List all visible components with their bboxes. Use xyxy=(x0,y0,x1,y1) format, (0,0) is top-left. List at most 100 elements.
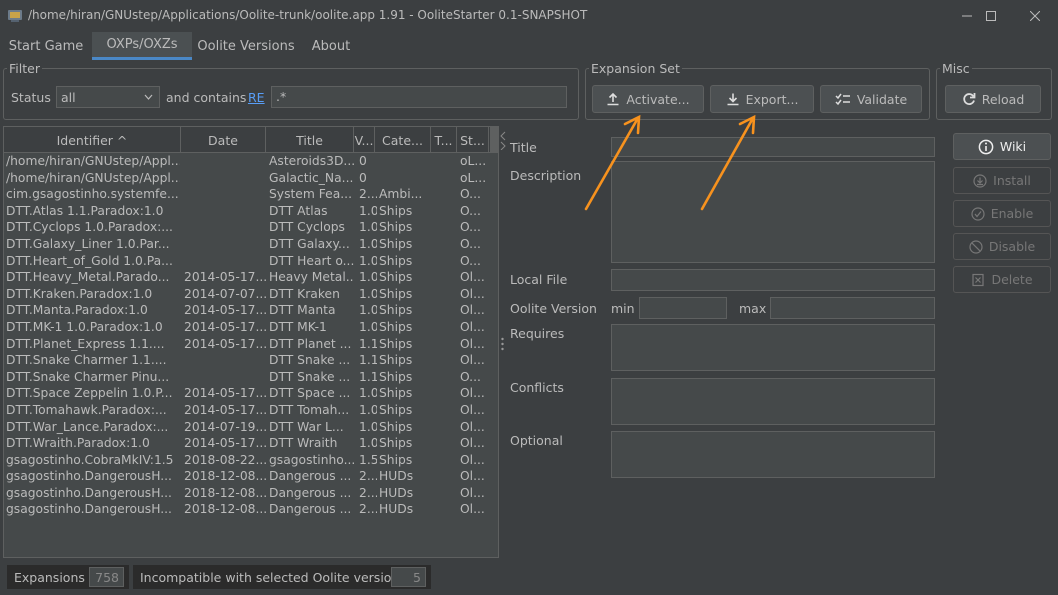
requires-label: Requires xyxy=(510,326,565,341)
cell-category: Ships xyxy=(379,286,413,301)
cell-date: 2014-05-17... xyxy=(184,270,266,285)
delete-button[interactable]: Delete xyxy=(953,266,1051,293)
cell-identifier: DTT.Space Zeppelin 1.0.P... xyxy=(6,386,173,401)
disable-button[interactable]: Disable xyxy=(953,233,1051,260)
tab-start-game[interactable]: Start Game xyxy=(4,32,88,60)
column-header-type[interactable]: T... xyxy=(431,127,457,153)
install-button[interactable]: Install xyxy=(953,167,1051,194)
annotation-arrows xyxy=(584,114,756,211)
upload-icon xyxy=(606,92,620,106)
cell-category: Ships xyxy=(379,319,413,334)
table-row[interactable]: DTT.Manta.Paradox:1.0 2014-05-17... DTT Ma… xyxy=(4,302,498,319)
cell-category: HUDs xyxy=(379,502,414,517)
cell-status: Ol... xyxy=(460,452,485,467)
table-row[interactable]: gsagostinho.DangerousH... 2018-12-08... Da… xyxy=(4,485,498,502)
validate-button[interactable]: Validate xyxy=(820,85,922,113)
cell-title: Asteroids3D... xyxy=(269,154,354,168)
table-row[interactable]: DTT.Atlas 1.1.Paradox:1.0 DTT Atlas 1.0 Shi… xyxy=(4,203,498,220)
enable-label: Enable xyxy=(990,206,1034,221)
column-header-date[interactable]: Date xyxy=(181,127,266,153)
cell-title: DTT MK-1 xyxy=(269,319,327,334)
table-row[interactable]: DTT.War_Lance.Paradox:... 2014-07-19... DT… xyxy=(4,419,498,436)
cell-category: Ships xyxy=(379,203,413,218)
table-row[interactable]: gsagostinho.DangerousH... 2018-12-08... Da… xyxy=(4,501,498,518)
activate-button[interactable]: Activate... xyxy=(592,85,704,113)
cell-title: Galactic_Na... xyxy=(269,170,354,185)
cell-title: System Fea... xyxy=(269,187,352,202)
cell-status: O... xyxy=(460,220,481,235)
install-label: Install xyxy=(993,173,1031,188)
tab-about[interactable]: About xyxy=(302,32,360,60)
table-body: /home/hiran/GNUstep/Appl... Asteroids3D..… xyxy=(4,153,498,518)
cell-date: 2014-05-17... xyxy=(184,402,266,417)
filter-group-label: Filter xyxy=(7,61,42,76)
cell-title: DTT War L... xyxy=(269,419,344,434)
table-row[interactable]: gsagostinho.CobraMkIV:1.5 2018-08-22... gs… xyxy=(4,452,498,469)
cell-title: DTT Atlas xyxy=(269,203,328,218)
requires-field xyxy=(611,324,935,371)
wiki-label: Wiki xyxy=(999,139,1027,154)
maximize-button[interactable] xyxy=(968,0,1014,32)
cell-category: Ships xyxy=(379,270,413,285)
enable-button[interactable]: Enable xyxy=(953,200,1051,227)
cell-version: 1.0 xyxy=(359,270,377,285)
cell-status: Ol... xyxy=(460,469,485,484)
cell-identifier: DTT.Wraith.Paradox:1.0 xyxy=(6,436,150,451)
cell-title: DTT Kraken xyxy=(269,286,340,301)
window-titlebar: /home/hiran/GNUstep/Applications/Oolite-… xyxy=(0,0,1058,32)
cell-date: 2014-05-17... xyxy=(184,319,266,334)
table-row[interactable]: DTT.Space Zeppelin 1.0.P... 2014-05-17...… xyxy=(4,385,498,402)
regex-help-link[interactable]: RE xyxy=(248,90,265,105)
cell-title: Dangerous ... xyxy=(269,485,352,500)
status-select-value: all xyxy=(61,89,76,105)
cell-title: DTT Wraith xyxy=(269,436,338,451)
close-button[interactable] xyxy=(1012,0,1058,32)
status-label: Status xyxy=(11,90,51,105)
table-row[interactable]: DTT.Kraken.Paradox:1.0 2014-07-07... DTT K… xyxy=(4,286,498,303)
cell-category: Ships xyxy=(379,436,413,451)
cell-status: Ol... xyxy=(460,319,485,334)
table-row[interactable]: DTT.Heavy_Metal.Parado... 2014-05-17... He… xyxy=(4,269,498,286)
splitter-collapse-handle[interactable] xyxy=(499,130,507,150)
table-row[interactable]: /home/hiran/GNUstep/Appl... Asteroids3D..… xyxy=(4,153,498,170)
table-row[interactable]: DTT.Tomahawk.Paradox:... 2014-05-17... DTT… xyxy=(4,402,498,419)
tab-oolite-versions[interactable]: Oolite Versions xyxy=(194,32,298,60)
conflicts-field xyxy=(611,378,935,425)
cell-status: Ol... xyxy=(460,419,485,434)
table-scrollbar[interactable] xyxy=(490,127,498,153)
table-header: Identifier ^ Date Title V... Cate... T..… xyxy=(4,127,498,153)
table-row[interactable]: DTT.Planet_Express 1.1.... 2014-05-17... D… xyxy=(4,336,498,353)
column-header-category[interactable]: Cate... xyxy=(375,127,431,153)
tab-oxps-oxzs[interactable]: OXPs/OXZs xyxy=(92,32,192,60)
table-row[interactable]: cim.gsagostinho.systemfe... System Fea...… xyxy=(4,186,498,203)
table-row[interactable]: gsagostinho.DangerousH... 2018-12-08... Da… xyxy=(4,468,498,485)
wiki-button[interactable]: Wiki xyxy=(953,133,1051,160)
table-row[interactable]: DTT.Wraith.Paradox:1.0 2014-05-17... DTT W… xyxy=(4,435,498,452)
cell-title: DTT Tomah... xyxy=(269,402,350,417)
table-row[interactable]: DTT.Heart_of_Gold 1.0.Pa... DTT Heart o..… xyxy=(4,253,498,270)
local-file-field xyxy=(611,269,935,291)
reload-button[interactable]: Reload xyxy=(945,85,1041,113)
table-row[interactable]: DTT.Snake Charmer 1.1.... DTT Snake ... 1.… xyxy=(4,352,498,369)
column-header-title[interactable]: Title xyxy=(266,127,354,153)
cell-title: DTT Planet ... xyxy=(269,336,352,351)
column-header-status[interactable]: St... xyxy=(457,127,489,153)
table-row[interactable]: DTT.Cyclops 1.0.Paradox:... DTT Cyclops 1.… xyxy=(4,219,498,236)
table-row[interactable]: /home/hiran/GNUstep/Appl... Galactic_Na..… xyxy=(4,170,498,187)
table-row[interactable]: DTT.Snake Charmer Pinu... DTT Snake ... 1.… xyxy=(4,369,498,386)
table-row[interactable]: DTT.MK-1 1.0.Paradox:1.0 2014-05-17... DTT… xyxy=(4,319,498,336)
chevron-down-icon xyxy=(144,90,153,104)
cell-date: 2014-05-17... xyxy=(184,303,266,318)
table-row[interactable]: DTT.Galaxy_Liner 1.0.Par... DTT Galaxy...… xyxy=(4,236,498,253)
column-header-identifier[interactable]: Identifier ^ xyxy=(4,127,181,153)
export-button[interactable]: Export... xyxy=(710,85,814,113)
column-header-version[interactable]: V... xyxy=(354,127,375,153)
cell-identifier: cim.gsagostinho.systemfe... xyxy=(6,187,179,202)
status-select[interactable]: all xyxy=(56,86,160,108)
cell-version: 1.0 xyxy=(359,386,377,401)
cell-status: oL... xyxy=(460,154,487,168)
regex-input[interactable]: .* xyxy=(271,86,567,108)
cell-version: 1.0 xyxy=(359,319,377,334)
splitter-grip[interactable] xyxy=(501,336,504,352)
cell-status: O... xyxy=(460,203,481,218)
